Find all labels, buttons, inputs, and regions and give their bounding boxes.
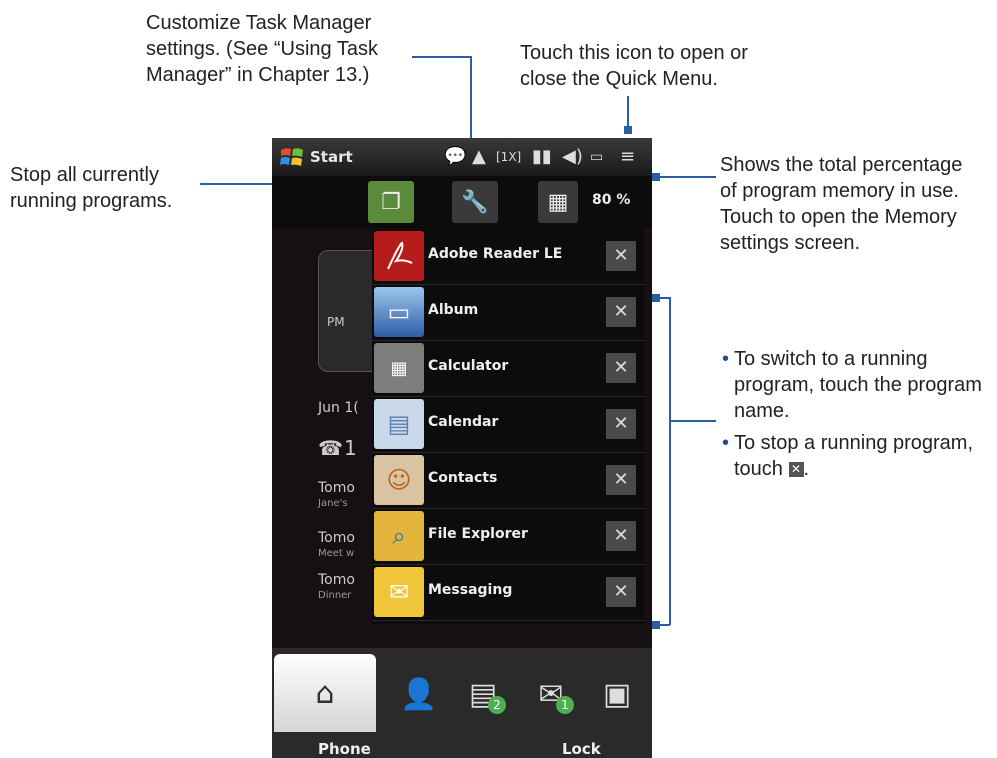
connector-memory: [656, 176, 716, 178]
tab-messages[interactable]: ▤ 2: [448, 662, 518, 726]
tab-camera[interactable]: ▣: [582, 662, 652, 726]
callout-quick-menu: Touch this icon to open or close the Qui…: [520, 42, 748, 90]
bg-row-title: Tomo: [318, 530, 355, 546]
bracket-vert: [669, 297, 671, 625]
memory-chip-icon: ▦: [547, 189, 569, 215]
program-name[interactable]: Messaging: [428, 582, 512, 598]
tab-people[interactable]: 👤: [384, 662, 454, 726]
close-program-button[interactable]: ✕: [606, 409, 636, 439]
phone-screen: Start 💬 ▲ [1X] ▮▮ ◀) ▭ ≡ ❐ 🔧 ▦ 80 % PM J…: [272, 138, 652, 758]
calendar-icon: ▤: [374, 399, 424, 449]
program-name[interactable]: Adobe Reader LE: [428, 246, 562, 262]
bg-row-sub: Dinner: [318, 590, 352, 601]
bg-row-title: Tomo: [318, 572, 355, 588]
bg-row-sub: Jane's: [318, 498, 348, 509]
messaging-icon: ✉: [374, 567, 424, 617]
program-name[interactable]: Calculator: [428, 358, 508, 374]
mode-1x-icon: [1X]: [496, 150, 522, 164]
bg-row-sub: Meet w: [318, 548, 355, 559]
close-program-button[interactable]: ✕: [606, 521, 636, 551]
album-icon: ▭: [374, 287, 424, 337]
email-badge: 1: [556, 696, 574, 714]
close-program-button[interactable]: ✕: [606, 465, 636, 495]
bg-row-title: Tomo: [318, 480, 355, 496]
missed-call-icon: ☎: [318, 436, 343, 460]
battery-icon: ▭: [590, 149, 604, 165]
stop-all-icon: ❐: [381, 189, 401, 215]
adobe-reader-icon: [374, 231, 424, 281]
signal-tower-icon: ▲: [472, 146, 486, 167]
connector-memory-end: [652, 173, 660, 181]
memory-button[interactable]: ▦: [538, 181, 578, 223]
callout-bullet-stop: • To stop a running program, touch ✕.: [722, 432, 974, 480]
close-program-button[interactable]: ✕: [606, 241, 636, 271]
people-icon: 👤: [400, 676, 438, 712]
list-item[interactable]: ▤ Calendar ✕: [372, 396, 644, 453]
callout-memory: Shows the total percentage of program me…: [720, 154, 963, 254]
lock-softkey[interactable]: Lock: [562, 740, 601, 758]
program-name[interactable]: File Explorer: [428, 526, 528, 542]
program-name[interactable]: Calendar: [428, 414, 498, 430]
list-item[interactable]: ☺ Contacts ✕: [372, 452, 644, 509]
callout-bullet-switch: • To switch to a running program, touch …: [722, 348, 982, 422]
bracket-top-end: [652, 294, 660, 302]
calculator-icon: ▦: [374, 343, 424, 393]
list-item[interactable]: ✉ Messaging ✕: [372, 564, 644, 621]
tab-home[interactable]: ⌂: [274, 654, 376, 732]
callout-stop-all: Stop all currently running programs.: [10, 164, 173, 212]
bracket-pointer: [670, 420, 716, 422]
task-manager-settings-button[interactable]: 🔧: [452, 181, 498, 223]
list-item[interactable]: ▭ Album ✕: [372, 284, 644, 341]
signal-bars-icon: ▮▮: [532, 146, 552, 167]
wrench-icon: 🔧: [461, 189, 489, 215]
callout-task-manager-settings: Customize Task Manager settings. (See “U…: [146, 12, 378, 86]
connector-task-manager: [412, 56, 472, 58]
bracket-bottom-end: [652, 621, 660, 629]
stop-all-button[interactable]: ❐: [368, 181, 414, 223]
phone-softkey[interactable]: Phone: [318, 740, 371, 758]
status-bar: Start 💬 ▲ [1X] ▮▮ ◀) ▭ ≡: [272, 138, 652, 176]
file-explorer-icon: ⌕: [374, 511, 424, 561]
task-manager-toolbar: ❐ 🔧 ▦ 80 %: [272, 176, 652, 228]
running-programs-list: Adobe Reader LE ✕ ▭ Album ✕ ▦ Calculator…: [372, 228, 644, 624]
home-icon: ⌂: [315, 675, 335, 711]
program-name[interactable]: Contacts: [428, 470, 497, 486]
connector-quick-menu-end: [624, 126, 632, 134]
connector-quick-menu: [627, 96, 629, 128]
date-text: Jun 1(: [318, 400, 359, 416]
camera-icon: ▣: [602, 676, 632, 712]
quick-menu-icon[interactable]: ≡: [620, 145, 635, 169]
close-icon: ✕: [788, 462, 804, 478]
close-program-button[interactable]: ✕: [606, 297, 636, 327]
memory-percent[interactable]: 80 %: [592, 192, 630, 208]
volume-icon: ◀): [562, 146, 583, 167]
windows-logo-icon[interactable]: [280, 146, 304, 168]
bottom-tab-bar: ⌂ 👤 ▤ 2 ✉ 1 ▣ Phone Lock: [272, 648, 652, 758]
chat-icon[interactable]: 💬: [444, 145, 466, 169]
start-menu-label[interactable]: Start: [310, 148, 353, 166]
list-item[interactable]: Adobe Reader LE ✕: [372, 228, 644, 285]
tab-email[interactable]: ✉ 1: [516, 662, 586, 726]
list-item[interactable]: ⌕ File Explorer ✕: [372, 508, 644, 565]
program-name[interactable]: Album: [428, 302, 478, 318]
messages-badge: 2: [488, 696, 506, 714]
close-program-button[interactable]: ✕: [606, 577, 636, 607]
missed-call-count: 1: [344, 436, 357, 460]
list-item[interactable]: ▦ Calculator ✕: [372, 340, 644, 397]
close-program-button[interactable]: ✕: [606, 353, 636, 383]
contacts-icon: ☺: [374, 455, 424, 505]
